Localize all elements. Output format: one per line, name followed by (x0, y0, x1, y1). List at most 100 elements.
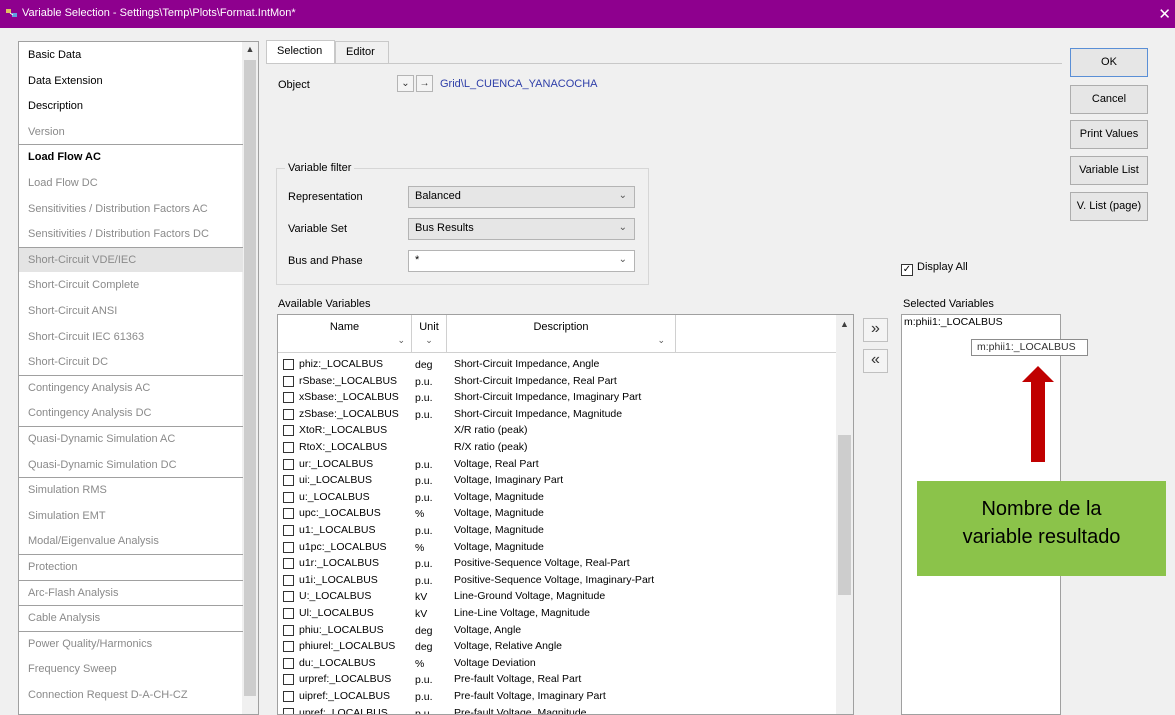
sidebar-scrollbar-thumb[interactable] (244, 60, 256, 696)
table-row[interactable]: ui:_LOCALBUS p.u. Voltage, Imaginary Part (278, 472, 837, 489)
row-checkbox[interactable] (283, 442, 294, 453)
object-goto-button[interactable]: → (416, 75, 433, 92)
table-row[interactable]: u1r:_LOCALBUS p.u. Positive-Sequence Volta… (278, 555, 837, 572)
sidebar-item[interactable]: Short-Circuit ANSI (19, 299, 243, 323)
sidebar-item[interactable]: Cable Analysis (19, 606, 243, 630)
sidebar-item[interactable]: Short-Circuit IEC 61363 (19, 325, 243, 349)
sidebar-item[interactable]: Description (19, 94, 243, 118)
row-checkbox[interactable] (283, 425, 294, 437)
tab-selection[interactable]: Selection (266, 40, 335, 64)
table-row[interactable]: du:_LOCALBUS% Voltage Deviation (278, 655, 837, 672)
variable-set-select[interactable]: Bus Results ⌄ (408, 218, 635, 240)
table-row[interactable]: XtoR:_LOCALBUS X/R ratio (peak) (278, 422, 837, 439)
table-row[interactable]: phiurel:_LOCALBUS deg Voltage, Relative An… (278, 638, 837, 655)
row-checkbox[interactable] (283, 458, 294, 470)
row-checkbox[interactable] (283, 591, 294, 603)
table-row[interactable]: phiu:_LOCALBUS deg Voltage, Angle (278, 622, 837, 639)
display-all-checkbox[interactable]: ✓ Display All (901, 261, 968, 276)
table-row[interactable]: xSbase:_LOCALBUS p.u. Short-Circuit Impeda… (278, 389, 837, 406)
sidebar-item[interactable]: Modal/Eigenvalue Analysis (19, 529, 243, 553)
table-row[interactable]: rSbase:_LOCALBUS p.u. Short-Circuit Impeda… (278, 373, 837, 390)
table-scrollbar-thumb[interactable] (838, 435, 851, 595)
sidebar-item[interactable]: Version (19, 120, 243, 144)
row-checkbox[interactable] (283, 508, 294, 520)
sidebar-item[interactable]: Basic Data (19, 43, 243, 67)
row-checkbox[interactable] (283, 574, 294, 586)
table-row[interactable]: phiz:_LOCALBUS deg Short-Circuit Impedance… (278, 356, 837, 373)
sidebar-item[interactable]: Contingency Analysis DC (19, 401, 243, 425)
tab-editor[interactable]: Editor (335, 41, 389, 63)
ok-button[interactable]: OK (1070, 48, 1148, 77)
row-checkbox[interactable] (283, 375, 294, 387)
sidebar-item[interactable]: Quasi-Dynamic Simulation DC (19, 453, 243, 477)
sidebar-item[interactable]: Load Flow DC (19, 171, 243, 195)
sidebar-item[interactable]: Short-Circuit DC (19, 350, 243, 374)
table-row[interactable]: u:_LOCALBUS p.u. Voltage, Magnitude (278, 489, 837, 506)
vlist-page-button[interactable]: V. List (page) (1070, 192, 1148, 221)
table-row[interactable]: upref:_LOCALBUS p.u. Pre-fault Voltage, Ma… (278, 705, 837, 714)
chevron-down-icon[interactable]: ⌄ (447, 335, 675, 346)
sidebar-item[interactable]: Simulation EMT (19, 504, 243, 528)
remove-variable-button[interactable]: « (863, 349, 888, 373)
table-row[interactable]: U:_LOCALBUS kV Line-Ground Voltage, Magnit… (278, 588, 837, 605)
scroll-up-icon[interactable]: ▲ (836, 319, 853, 329)
column-header-description[interactable]: Description ⌄ (447, 315, 676, 353)
sidebar-item[interactable]: Load Flow AC (19, 145, 243, 169)
table-row[interactable]: u1pc:_LOCALBUS% Voltage, Magnitude (278, 539, 837, 556)
row-checkbox[interactable] (283, 359, 294, 370)
sidebar-item[interactable]: Contingency Analysis AC (19, 376, 243, 400)
sidebar-item[interactable]: Simulation RMS (19, 478, 243, 502)
table-row[interactable]: uipref:_LOCALBUS p.u. Pre-fault Voltage, I… (278, 688, 837, 705)
row-checkbox[interactable] (283, 541, 294, 553)
sidebar-item[interactable]: Arc-Flash Analysis (19, 581, 243, 605)
scroll-up-icon[interactable]: ▲ (242, 44, 258, 58)
sidebar-item[interactable]: Quasi-Dynamic Simulation AC (19, 427, 243, 451)
sidebar-item[interactable]: Sensitivities / Distribution Factors DC (19, 222, 243, 246)
sidebar-item[interactable]: Short-Circuit Complete (19, 273, 243, 297)
row-checkbox[interactable] (283, 558, 294, 570)
selected-variable-item[interactable]: m:phii1:_LOCALBUS (904, 316, 1003, 328)
chevron-down-icon[interactable]: ⌄ (412, 335, 446, 346)
row-checkbox[interactable] (283, 624, 294, 636)
representation-select[interactable]: Balanced ⌄ (408, 186, 635, 208)
column-header-unit[interactable]: Unit ⌄ (412, 315, 447, 353)
row-checkbox[interactable] (283, 641, 294, 653)
table-row[interactable]: zSbase:_LOCALBUS p.u. Short-Circuit Impeda… (278, 406, 837, 423)
sidebar-item[interactable]: Connection Request D-A-CH-CZ (19, 683, 243, 707)
sidebar-scrollbar[interactable]: ▲ (242, 42, 258, 714)
row-checkbox[interactable] (283, 674, 294, 686)
bus-phase-select[interactable]: * ⌄ (408, 250, 635, 272)
sidebar-item[interactable]: Frequency Sweep (19, 657, 243, 681)
object-dropdown-button[interactable]: ⌄ (397, 75, 414, 92)
row-checkbox[interactable] (283, 707, 294, 714)
table-row[interactable]: u1:_LOCALBUS p.u. Voltage, Magnitude (278, 522, 837, 539)
sidebar-item[interactable]: Protection (19, 555, 243, 579)
object-value[interactable]: Grid\L_CUENCA_YANACOCHA (440, 78, 598, 90)
table-row[interactable]: u1i:_LOCALBUS p.u. Positive-Sequence Volta… (278, 572, 837, 589)
print-values-button[interactable]: Print Values (1070, 120, 1148, 149)
row-checkbox[interactable] (283, 408, 294, 420)
add-variable-button[interactable]: » (863, 318, 888, 342)
row-checkbox[interactable] (283, 525, 294, 536)
row-checkbox[interactable] (283, 475, 294, 487)
close-button[interactable]: ✕ (1135, 0, 1175, 28)
table-row[interactable]: upc:_LOCALBUS% Voltage, Magnitude (278, 505, 837, 522)
row-checkbox[interactable] (283, 657, 294, 669)
row-checkbox[interactable] (283, 691, 294, 702)
sidebar-item[interactable]: Power Quality/Harmonics (19, 632, 243, 656)
cancel-button[interactable]: Cancel (1070, 85, 1148, 114)
chevron-down-icon[interactable]: ⌄ (278, 335, 411, 346)
variable-list-button[interactable]: Variable List (1070, 156, 1148, 185)
table-scrollbar[interactable]: ▲ (836, 315, 853, 714)
table-row[interactable]: RtoX:_LOCALBUS R/X ratio (peak) (278, 439, 837, 456)
table-row[interactable]: ur:_LOCALBUS p.u. Voltage, Real Part (278, 456, 837, 473)
row-checkbox[interactable] (283, 608, 294, 619)
table-row[interactable]: Ul:_LOCALBUS kV Line-Line Voltage, Magnitu… (278, 605, 837, 622)
checkbox-checked-icon[interactable]: ✓ (901, 264, 913, 276)
column-header-name[interactable]: Name ⌄ (278, 315, 412, 353)
table-row[interactable]: urpref:_LOCALBUS p.u. Pre-fault Voltage, R… (278, 671, 837, 688)
row-checkbox[interactable] (283, 392, 294, 404)
sidebar-item[interactable]: Short-Circuit VDE/IEC (19, 247, 243, 272)
sidebar-item[interactable]: Sensitivities / Distribution Factors AC (19, 197, 243, 221)
sidebar-item[interactable]: Data Extension (19, 69, 243, 93)
